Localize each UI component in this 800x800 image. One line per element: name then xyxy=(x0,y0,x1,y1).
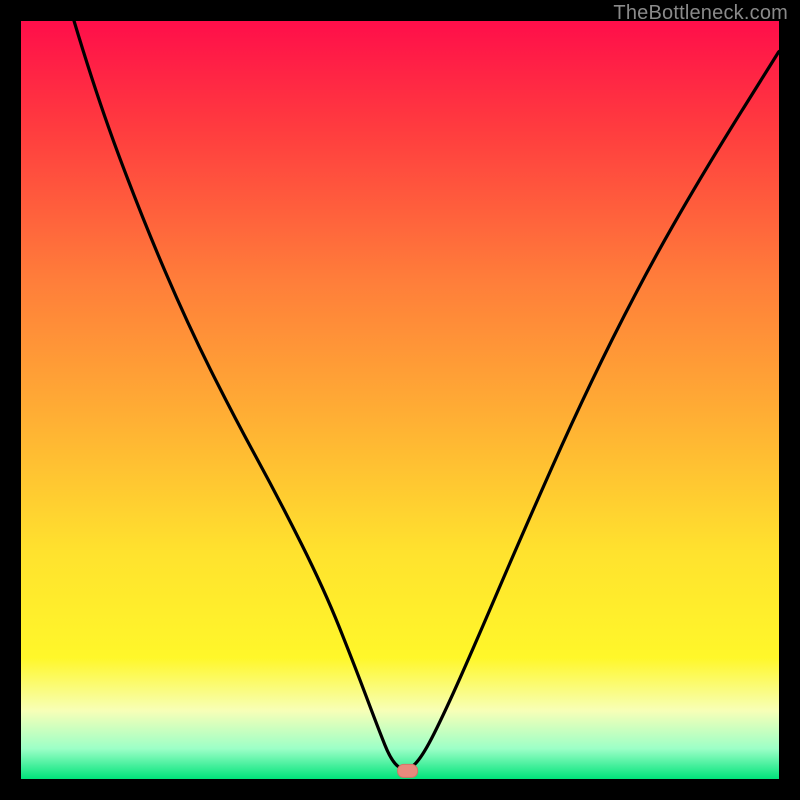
optimal-point-marker xyxy=(398,764,418,777)
gradient-background xyxy=(21,21,779,779)
watermark-text: TheBottleneck.com xyxy=(613,2,788,25)
plot-area xyxy=(21,21,779,779)
chart-svg xyxy=(21,21,779,779)
chart-frame: TheBottleneck.com xyxy=(0,0,800,800)
